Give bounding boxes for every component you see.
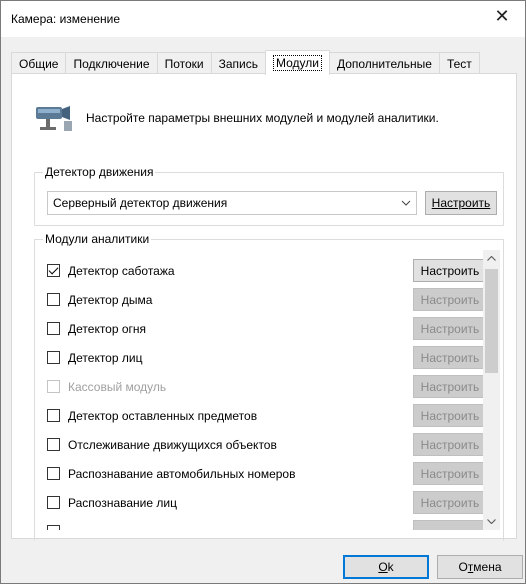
checkbox[interactable] (47, 438, 60, 451)
ok-rest: k (387, 560, 394, 574)
motion-detector-select[interactable]: Серверный детектор движения (47, 191, 417, 215)
motion-detector-configure-button[interactable]: Настроить (425, 191, 497, 215)
configure-button: Настроить (413, 288, 485, 311)
tab-connection[interactable]: Подключение (65, 52, 158, 74)
motion-detector-value: Серверный детектор движения (53, 196, 228, 210)
tab-label: Дополнительные (336, 56, 432, 71)
item-label: Распознавание лиц (68, 495, 177, 510)
configure-button: Настроить (413, 404, 485, 427)
modules-panel: Настройте параметры внешних модулей и мо… (11, 73, 517, 541)
tab-strip: Общие Подключение Потоки Запись Модули Д… (11, 50, 480, 75)
list-item: Кассовый модуль Настроить (47, 372, 485, 401)
cancel-button[interactable]: Отмена (437, 555, 523, 579)
list-item: Детектор огня Настроить (47, 314, 485, 343)
item-label: Детектор оставленных предметов (68, 408, 258, 423)
configure-button: Настроить (413, 317, 485, 340)
intro: Настройте параметры внешних модулей и мо… (34, 98, 439, 138)
item-label: Отслеживание движущихся объектов (68, 437, 277, 452)
camera-icon (36, 106, 72, 131)
cancel-rest: мена (473, 560, 502, 574)
list-item (47, 517, 485, 530)
analytics-list: Детектор саботажа Настроить Детектор дым… (47, 256, 485, 530)
dialog-window: Камера: изменение ✕ Общие Подключение По… (0, 0, 526, 584)
tab-test[interactable]: Тест (438, 52, 480, 74)
checkbox[interactable] (47, 264, 60, 277)
title-bar: Камера: изменение ✕ (1, 1, 525, 37)
checkbox[interactable] (47, 322, 60, 335)
tab-label: Потоки (164, 56, 204, 71)
tab-label: Подключение (73, 56, 150, 71)
checkbox (47, 380, 60, 393)
ok-label: Ok (378, 560, 393, 574)
tab-label: Общие (19, 56, 59, 71)
list-item: Детектор лиц Настроить (47, 343, 485, 372)
configure-button: Настроить (413, 433, 485, 456)
close-icon[interactable]: ✕ (479, 1, 525, 31)
list-item: Детектор дыма Настроить (47, 285, 485, 314)
configure-button: Настроить (413, 346, 485, 369)
scrollbar-thumb[interactable] (485, 269, 498, 373)
tab-streams[interactable]: Потоки (156, 52, 212, 74)
analytics-group: Модули аналитики Детектор саботажа Настр… (34, 232, 504, 541)
window-title: Камера: изменение (11, 12, 121, 26)
item-label: Детектор огня (68, 321, 147, 336)
cancel-label: Отмена (458, 560, 501, 574)
list-item: Распознавание лиц Настроить (47, 488, 485, 517)
configure-button: Настроить (413, 491, 485, 514)
checkbox[interactable] (47, 467, 60, 480)
list-item: Распознавание автомобильных номеров Наст… (47, 459, 485, 488)
checkbox[interactable] (47, 351, 60, 364)
chevron-down-icon[interactable] (483, 513, 500, 530)
configure-button: Настроить (413, 375, 485, 398)
motion-detector-group: Детектор движения Серверный детектор дви… (34, 165, 504, 226)
ok-button[interactable]: Ok (343, 555, 429, 579)
tab-modules[interactable]: Модули (264, 50, 330, 75)
cancel-prefix: О (458, 560, 468, 574)
chevron-down-icon (396, 197, 416, 209)
list-item: Детектор оставленных предметов Настроить (47, 401, 485, 430)
item-label: Детектор дыма (68, 292, 153, 307)
tab-label: Тест (446, 56, 472, 71)
tab-general[interactable]: Общие (11, 52, 67, 74)
item-label: Кассовый модуль (68, 379, 167, 394)
checkbox[interactable] (47, 293, 60, 306)
configure-button (413, 520, 485, 530)
tab-recording[interactable]: Запись (210, 52, 266, 74)
list-item: Детектор саботажа Настроить (47, 256, 485, 285)
item-label: Распознавание автомобильных номеров (68, 466, 296, 481)
checkbox[interactable] (47, 525, 60, 530)
analytics-legend: Модули аналитики (43, 232, 152, 246)
checkbox[interactable] (47, 496, 60, 509)
tab-label: Модули (272, 55, 322, 71)
intro-text: Настройте параметры внешних модулей и мо… (86, 111, 439, 125)
checkbox[interactable] (47, 409, 60, 422)
chevron-up-icon[interactable] (483, 250, 500, 267)
ok-mnemonic: O (378, 560, 388, 574)
analytics-scrollbar[interactable] (483, 250, 500, 530)
configure-label: Настроить (431, 196, 491, 210)
configure-button: Настроить (413, 462, 485, 485)
tab-label: Запись (218, 56, 258, 71)
list-item: Отслеживание движущихся объектов Настрои… (47, 430, 485, 459)
tab-additional[interactable]: Дополнительные (328, 52, 440, 74)
configure-button[interactable]: Настроить (413, 259, 485, 282)
item-label: Детектор лиц (68, 350, 143, 365)
motion-detector-legend: Детектор движения (43, 165, 156, 179)
item-label: Детектор саботажа (68, 263, 175, 278)
